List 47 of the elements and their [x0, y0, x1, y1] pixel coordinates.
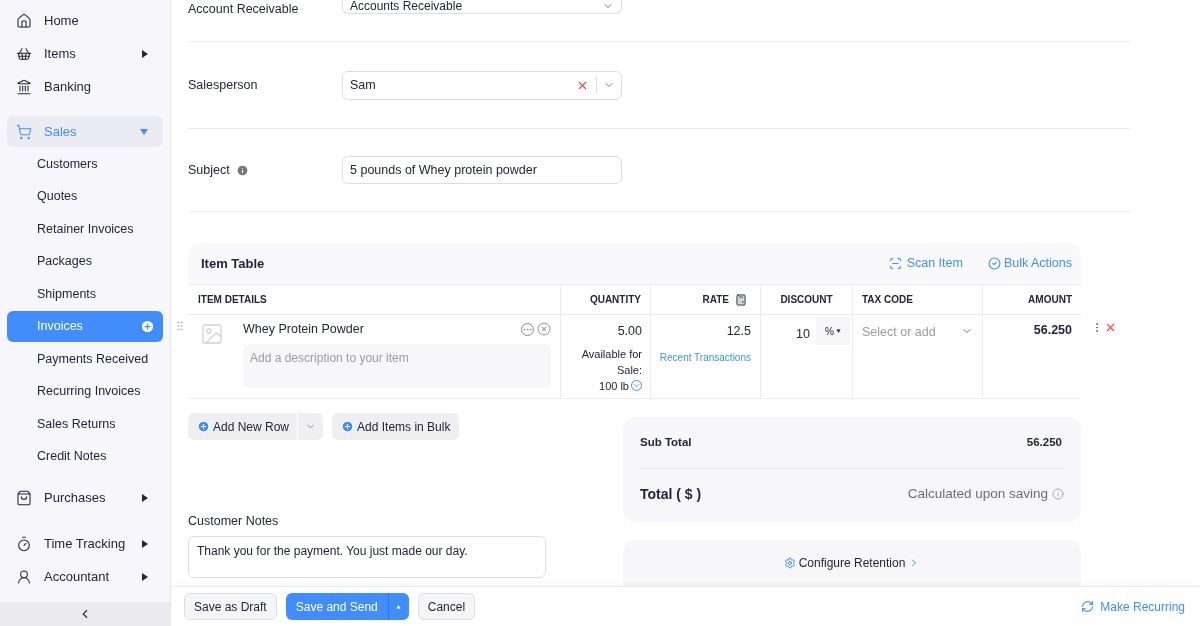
column-header: RATE	[651, 285, 761, 314]
sidebar-item[interactable]: Home	[7, 5, 163, 36]
sidebar-subitem[interactable]: Shipments	[7, 278, 163, 310]
customer-notes-label: Customer Notes	[188, 513, 280, 530]
discount-unit-select[interactable]: %	[816, 317, 850, 345]
configure-retention-link[interactable]: Configure Retention	[783, 554, 921, 572]
sidebar-subitem[interactable]: Customers	[7, 148, 163, 180]
add-items-in-bulk-button[interactable]: Add Items in Bulk	[332, 413, 460, 440]
sidebar-item[interactable]: Banking	[7, 71, 163, 102]
column-header: TAX CODE	[853, 285, 983, 314]
sub-total-label: Sub Total	[640, 434, 693, 450]
sidebar-subitem[interactable]: Sales Returns	[7, 408, 163, 440]
sub-total-value: 56.250	[1026, 434, 1062, 450]
cancel-button[interactable]: Cancel	[417, 593, 476, 620]
sidebar-item[interactable]: Accountant	[7, 561, 163, 592]
item-table-title: Item Table	[201, 254, 266, 273]
sidebar-item[interactable]: Items	[7, 38, 163, 69]
quantity-value[interactable]: 5.00	[617, 322, 642, 341]
column-header: ITEM DETAILS	[188, 285, 561, 314]
sidebar-subitem[interactable]: Payments Received	[7, 343, 163, 375]
total-value: Calculated upon saving	[907, 484, 1048, 503]
availability-text: Available for Sale:	[580, 346, 642, 378]
column-header: QUANTITY	[561, 285, 651, 314]
total-label: Total ( $ )	[640, 484, 703, 504]
stock-text: 100 lb	[599, 378, 629, 394]
item-name: Whey Protein Powder	[243, 320, 365, 338]
column-header: DISCOUNT	[761, 285, 853, 314]
subject-field[interactable]: 5 pounds of Whey protein powder	[342, 156, 622, 184]
sidebar-subitem[interactable]: Retainer Invoices	[7, 213, 163, 245]
save-as-draft-button[interactable]: Save as Draft	[184, 593, 277, 620]
amount-value: 56.250	[1033, 322, 1072, 339]
add-new-row-button[interactable]: Add New Row	[188, 413, 324, 440]
field-label: Subject	[188, 161, 230, 179]
sidebar-subitem[interactable]: Recurring Invoices	[7, 376, 163, 407]
sidebar-item[interactable]: Time Tracking	[7, 528, 163, 559]
sidebar-subitem[interactable]: Packages	[7, 246, 163, 277]
field-label: Salesperson	[188, 76, 258, 94]
discount-value[interactable]: 10	[765, 317, 816, 344]
column-header: AMOUNT	[1027, 293, 1073, 307]
customer-notes-field[interactable]: Thank you for the payment. You just made our day.	[188, 535, 546, 578]
account-select[interactable]: Accounts Receivable	[342, 0, 622, 14]
salesperson-select[interactable]: Sam	[342, 70, 622, 100]
field-label: Account Receivable	[188, 1, 299, 18]
sidebar-item[interactable]: Purchases	[7, 482, 163, 513]
rate-value[interactable]: 12.5	[726, 322, 751, 341]
sidebar-subitem[interactable]: Quotes	[7, 181, 163, 212]
sidebar-subitem[interactable]: Credit Notes	[7, 441, 163, 472]
